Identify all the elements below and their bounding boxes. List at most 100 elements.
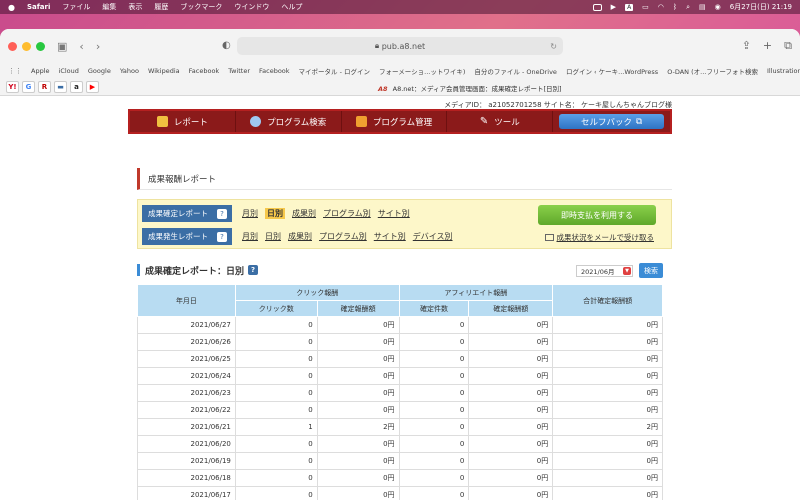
cell-total: 0円 <box>552 333 663 351</box>
nav-tools[interactable]: ✎ ツール <box>447 111 554 132</box>
yahoo-favicon[interactable]: Y! <box>6 81 19 93</box>
bookmark-item[interactable]: Facebook <box>189 67 220 75</box>
menu-view[interactable]: 表示 <box>128 2 142 12</box>
link-by-site[interactable]: サイト別 <box>378 208 410 219</box>
google-favicon[interactable]: G <box>22 81 35 93</box>
wifi-icon[interactable]: ◠ <box>658 3 664 11</box>
link-monthly[interactable]: 月別 <box>242 208 258 219</box>
screen-mirror-icon[interactable] <box>592 3 602 11</box>
link-daily-selected[interactable]: 日別 <box>265 208 285 219</box>
share-icon[interactable]: ⇪ <box>742 39 751 53</box>
menu-window[interactable]: ウインドウ <box>234 2 269 12</box>
bookmark-item[interactable]: iCloud <box>59 67 79 75</box>
control-center-icon[interactable]: ▤ <box>699 3 706 11</box>
bookmark-item[interactable]: Illustrations | unDraw <box>767 67 800 75</box>
clock[interactable]: 6月27日(日) 21:19 <box>730 2 792 12</box>
nav-report[interactable]: レポート <box>130 111 236 132</box>
search-icon[interactable]: ⌕ <box>686 3 690 12</box>
bookmark-item[interactable]: ログイン ‹ ケーキ...WordPress <box>566 66 658 76</box>
bookmark-item[interactable]: Facebook <box>259 67 290 75</box>
forward-icon[interactable]: › <box>96 40 100 53</box>
cell-click-count: 0 <box>234 333 318 351</box>
site-favicon[interactable]: ▬ <box>54 81 67 93</box>
menu-edit[interactable]: 編集 <box>102 2 116 12</box>
address-bar[interactable]: 🔒︎ pub.a8.net ↻ <box>237 37 563 55</box>
input-source-icon[interactable]: A <box>625 3 634 11</box>
link-by-program[interactable]: プログラム別 <box>323 208 371 219</box>
battery-icon[interactable]: ▭ <box>642 3 649 11</box>
sidebar-icon[interactable]: ▣ <box>57 40 67 53</box>
lock-icon: 🔒︎ <box>374 41 382 50</box>
menu-help[interactable]: ヘルプ <box>281 2 302 12</box>
cell-date: 2021/06/27 <box>137 316 236 334</box>
mail-notify-link[interactable]: 成果状況をメールで受け取る <box>544 232 655 243</box>
table-row: 2021/06/17 0 0円 0 0円 0円 <box>137 486 663 500</box>
close-window-button[interactable] <box>8 41 17 51</box>
link-by-program[interactable]: プログラム別 <box>319 231 367 242</box>
window-icon: ⧉ <box>636 116 643 127</box>
month-select[interactable]: 2021/06月 ▼ <box>576 265 633 277</box>
bookmark-item[interactable]: Google <box>88 67 111 75</box>
help-icon[interactable]: ? <box>248 265 259 275</box>
cell-click-amount: 0円 <box>316 469 400 487</box>
nav-program-manage[interactable]: プログラム管理 <box>342 111 448 132</box>
menu-history[interactable]: 履歴 <box>154 2 168 12</box>
search-button[interactable]: 検索 <box>639 263 663 278</box>
menu-file[interactable]: ファイル <box>62 2 90 12</box>
menu-bookmarks[interactable]: ブックマーク <box>180 2 222 12</box>
browser-window: ▣ ‹ › ◐ 🔒︎ pub.a8.net ↻ ⇪ + ⧉ ⋮⋮ Apple i… <box>0 29 800 500</box>
bookmark-item[interactable]: Yahoo <box>120 67 139 75</box>
zoom-window-button[interactable] <box>36 41 45 51</box>
confirmed-links: 月別 日別 成果別 プログラム別 サイト別 <box>242 208 410 219</box>
bookmark-item[interactable]: Apple <box>31 67 50 75</box>
active-tab[interactable]: A8 A8.net：メディア会員管理画面：成果確定レポート[日別] <box>378 83 562 93</box>
cell-aff-count: 0 <box>398 469 470 487</box>
cell-click-count: 0 <box>234 384 318 402</box>
bookmark-item[interactable]: Twitter <box>228 67 250 75</box>
bluetooth-icon[interactable]: ᛒ <box>673 3 677 11</box>
youtube-favicon[interactable]: ▶ <box>86 81 99 93</box>
new-tab-icon[interactable]: + <box>763 39 772 53</box>
browser-toolbar: ▣ ‹ › ◐ 🔒︎ pub.a8.net ↻ ⇪ + ⧉ <box>0 29 800 63</box>
link-by-result[interactable]: 成果別 <box>292 208 316 219</box>
bookmark-item[interactable]: マイポータル - ログイン <box>299 66 370 76</box>
rakuten-favicon[interactable]: R <box>38 81 51 93</box>
link-monthly[interactable]: 月別 <box>242 231 258 242</box>
nav-program-search[interactable]: プログラム検索 <box>236 111 342 132</box>
global-nav: レポート プログラム検索 プログラム管理 ✎ ツール セルフバック ⧉ <box>128 109 672 134</box>
cell-date: 2021/06/21 <box>137 418 236 436</box>
cell-total: 0円 <box>552 367 663 385</box>
link-by-result[interactable]: 成果別 <box>288 231 312 242</box>
favorites-grid-icon[interactable]: ⋮⋮ <box>8 67 22 75</box>
reload-icon[interactable]: ↻ <box>550 42 557 51</box>
occurred-report-label-text: 成果発生レポート <box>148 232 208 241</box>
cell-click-amount: 0円 <box>316 452 400 470</box>
bookmark-item[interactable]: Wikipedia <box>148 67 180 75</box>
back-icon[interactable]: ‹ <box>79 40 83 53</box>
link-daily[interactable]: 日別 <box>265 231 281 242</box>
bookmark-item[interactable]: O-DAN (オ...フリーフォト検索 <box>667 66 758 76</box>
nav-selfback-button[interactable]: セルフバック ⧉ <box>559 114 664 129</box>
instant-pay-button[interactable]: 即時支払を利用する <box>538 205 656 225</box>
minimize-window-button[interactable] <box>22 41 31 51</box>
link-by-site[interactable]: サイト別 <box>374 231 406 242</box>
menu-safari[interactable]: Safari <box>27 3 50 11</box>
cell-total: 2円 <box>552 418 663 436</box>
amazon-favicon[interactable]: a <box>70 81 83 93</box>
cell-total: 0円 <box>552 384 663 402</box>
bookmark-item[interactable]: フォーメーショ...ットワイキ) <box>379 66 465 76</box>
table-row: 2021/06/18 0 0円 0 0円 0円 <box>137 469 663 487</box>
folder-icon <box>355 116 367 127</box>
tab-overview-icon[interactable]: ⧉ <box>784 39 792 53</box>
help-icon[interactable]: ? <box>217 208 227 219</box>
bookmark-item[interactable]: 自分のファイル - OneDrive <box>474 66 557 76</box>
siri-icon[interactable]: ◉ <box>715 3 721 11</box>
cell-click-count: 1 <box>234 418 318 436</box>
privacy-shield-icon[interactable]: ◐ <box>222 40 231 51</box>
cell-aff-count: 0 <box>398 316 470 334</box>
apple-icon[interactable]: ● <box>8 3 15 12</box>
help-icon[interactable]: ? <box>217 231 227 242</box>
link-by-device[interactable]: デバイス別 <box>413 231 453 242</box>
play-icon[interactable]: ▶ <box>611 3 616 11</box>
mail-notify-label: 成果状況をメールで受け取る <box>556 233 655 242</box>
